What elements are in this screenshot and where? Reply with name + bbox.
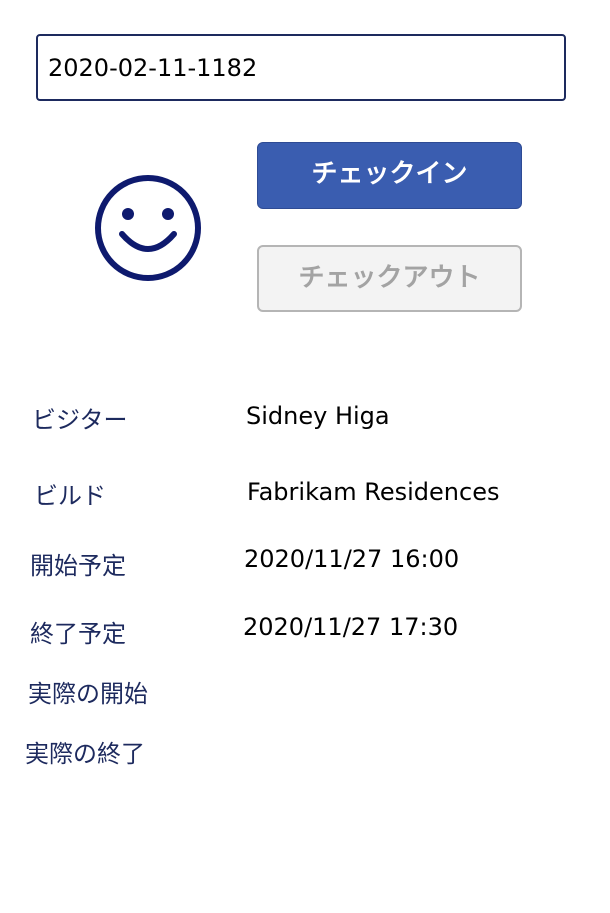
scheduled-start-value: 2020/11/27 16:00 <box>244 545 460 573</box>
smiley-face-icon <box>95 175 201 281</box>
building-label: ビルド <box>34 482 106 510</box>
actual-end-label: 実際の終了 <box>25 740 145 768</box>
actual-start-label: 実際の開始 <box>28 680 148 708</box>
checkout-button[interactable]: チェックアウト <box>257 245 522 312</box>
scheduled-end-label: 終了予定 <box>30 620 126 648</box>
visit-code-input[interactable] <box>36 34 566 101</box>
checkin-button[interactable]: チェックイン <box>257 142 522 209</box>
scheduled-end-value: 2020/11/27 17:30 <box>243 613 459 641</box>
visitor-value: Sidney Higa <box>246 402 390 430</box>
visitor-label: ビジター <box>32 406 128 434</box>
scheduled-start-label: 開始予定 <box>30 552 126 580</box>
building-value: Fabrikam Residences <box>247 478 500 506</box>
